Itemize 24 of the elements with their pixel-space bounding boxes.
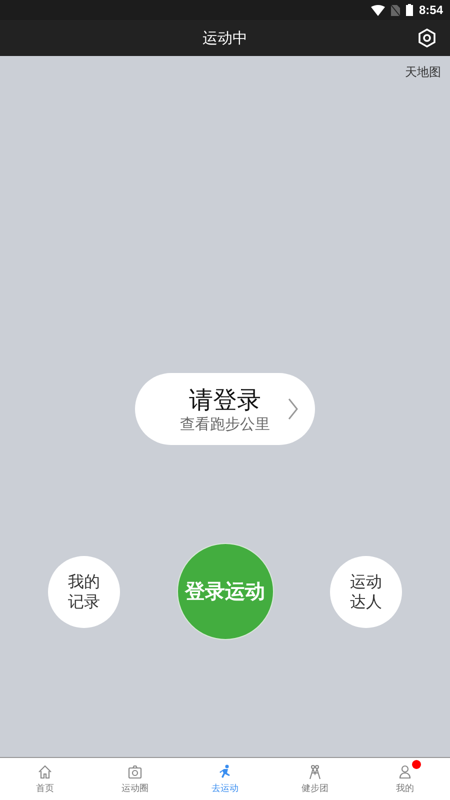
map-attribution: 天地图 (405, 64, 441, 81)
chevron-icon (287, 397, 299, 421)
tab[interactable]: 我的 (360, 758, 450, 800)
tab[interactable]: 运动圈 (90, 758, 180, 800)
no-sim-icon (390, 4, 400, 16)
round-button[interactable]: 我的 记录 (48, 556, 120, 628)
people-icon (307, 764, 323, 780)
login-card[interactable]: 请登录 查看跑步公里 (135, 373, 315, 445)
start-button[interactable]: 登录运动 (176, 543, 274, 640)
camera-icon (127, 764, 143, 780)
settings-icon[interactable] (417, 28, 437, 48)
login-subtitle: 查看跑步公里 (180, 414, 270, 434)
status-time: 8:54 (418, 3, 443, 17)
wifi-icon (370, 4, 385, 16)
home-icon (37, 764, 53, 780)
login-title: 请登录 (189, 384, 261, 414)
round-button[interactable]: 运动 达人 (330, 556, 402, 628)
tab[interactable]: 健步团 (270, 758, 360, 800)
tab[interactable]: 去运动 (180, 758, 270, 800)
page-title: 运动中 (202, 28, 248, 48)
runner-icon (217, 764, 233, 780)
tab[interactable]: 首页 (0, 758, 90, 800)
person-icon (397, 764, 413, 780)
battery-icon (406, 4, 413, 16)
